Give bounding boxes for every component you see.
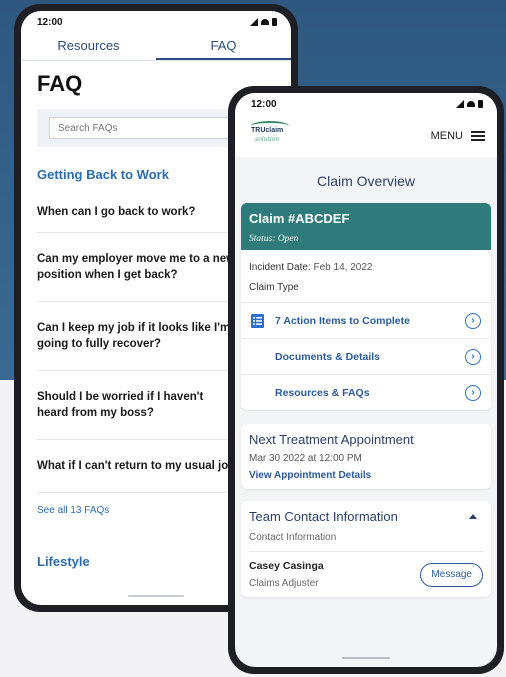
action-items-label: 7 Action Items to Complete bbox=[275, 314, 410, 327]
claim-header: Claim #ABCDEF Status: Open bbox=[241, 203, 491, 250]
chevron-right-icon: › bbox=[465, 348, 481, 365]
menu-button[interactable]: MENU bbox=[431, 130, 485, 142]
signal-icon bbox=[250, 18, 258, 26]
contact-role: Claims Adjuster bbox=[249, 578, 319, 589]
claim-number: Claim #ABCDEF bbox=[249, 211, 350, 226]
resources-label: Resources & FAQs bbox=[275, 386, 370, 399]
menu-label: MENU bbox=[430, 130, 463, 142]
status-time: 12:00 bbox=[37, 16, 63, 28]
signal-icon bbox=[456, 100, 464, 108]
status-bar: 12:00 bbox=[21, 11, 291, 33]
claim-meta: Incident Date: Feb 14, 2022 Claim Type bbox=[241, 250, 491, 302]
incident-date: Feb 14, 2022 bbox=[313, 262, 373, 273]
checklist-icon bbox=[251, 313, 264, 328]
incident-row: Incident Date: Feb 14, 2022 bbox=[249, 258, 483, 278]
message-button[interactable]: Message bbox=[420, 562, 483, 587]
home-indicator bbox=[128, 595, 184, 597]
phone-claim: 12:00 TRUclaim solution MENU Claim Overv… bbox=[228, 86, 504, 674]
truclaim-logo[interactable]: TRUclaim solution bbox=[249, 119, 297, 153]
contact-info: Casey Casinga Claims Adjuster bbox=[249, 560, 324, 589]
tab-faq[interactable]: FAQ bbox=[156, 33, 291, 60]
status-icons bbox=[250, 18, 277, 26]
appointment-date: Mar 30 2022 at 12:00 PM bbox=[249, 453, 362, 464]
chevron-right-icon: › bbox=[465, 312, 481, 329]
wifi-icon bbox=[467, 101, 475, 107]
chevron-up-icon bbox=[469, 514, 477, 519]
team-title: Team Contact Information bbox=[249, 509, 398, 524]
battery-icon bbox=[478, 100, 483, 108]
contact-subtitle: Contact Information bbox=[249, 532, 483, 552]
claim-card: Claim #ABCDEF Status: Open Incident Date… bbox=[241, 203, 491, 410]
documents-label: Documents & Details bbox=[275, 350, 381, 363]
tab-bar: Resources FAQ bbox=[21, 33, 291, 61]
contact-name: Casey Casinga bbox=[249, 560, 324, 572]
team-header[interactable]: Team Contact Information bbox=[249, 509, 483, 524]
home-indicator bbox=[342, 657, 390, 659]
appointment-title: Next Treatment Appointment bbox=[249, 432, 414, 447]
claim-screen: 12:00 TRUclaim solution MENU Claim Overv… bbox=[235, 93, 497, 667]
page-title: Claim Overview bbox=[316, 173, 415, 189]
status-time: 12:00 bbox=[251, 98, 277, 110]
incident-label: Incident Date: bbox=[249, 262, 311, 273]
chevron-right-icon: › bbox=[465, 384, 481, 401]
view-appointment-link[interactable]: View Appointment Details bbox=[249, 470, 483, 481]
team-contact-card: Team Contact Information Contact Informa… bbox=[241, 501, 491, 597]
bookmark-icon bbox=[251, 386, 264, 400]
logo-text: TRUclaim bbox=[251, 127, 284, 134]
app-header: TRUclaim solution MENU bbox=[235, 115, 497, 157]
contact-row: Casey Casinga Claims Adjuster Message bbox=[249, 560, 483, 589]
claim-type-label: Claim Type bbox=[249, 282, 299, 293]
resources-row[interactable]: Resources & FAQs › bbox=[241, 374, 491, 410]
appointment-card: Next Treatment Appointment Mar 30 2022 a… bbox=[241, 424, 491, 489]
tab-resources[interactable]: Resources bbox=[21, 33, 156, 60]
document-icon bbox=[251, 350, 264, 364]
faq-item[interactable]: Should I be worried if I haven't heard f… bbox=[37, 371, 237, 440]
status-bar: 12:00 bbox=[235, 93, 497, 115]
battery-icon bbox=[272, 18, 277, 26]
documents-row[interactable]: Documents & Details › bbox=[241, 338, 491, 374]
status-icons bbox=[456, 100, 483, 108]
wifi-icon bbox=[261, 19, 269, 25]
action-items-row[interactable]: 7 Action Items to Complete › bbox=[241, 302, 491, 338]
logo-subtext: solution bbox=[255, 136, 280, 143]
hamburger-icon bbox=[471, 131, 485, 141]
claim-status: Status: Open bbox=[249, 234, 299, 244]
